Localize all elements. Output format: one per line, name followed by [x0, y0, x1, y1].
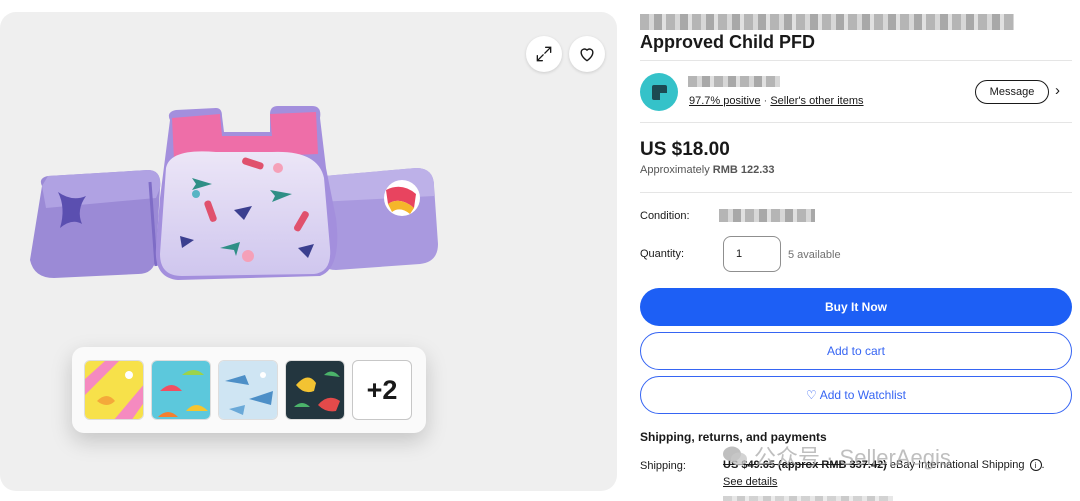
- thumbnail-dinosaur-print[interactable]: [285, 360, 345, 420]
- chevron-right-icon[interactable]: ›: [1055, 82, 1060, 99]
- thumbnail-yellow-print[interactable]: [84, 360, 144, 420]
- thumbnail-strip: +2: [72, 347, 426, 433]
- buy-it-now-button[interactable]: Buy It Now: [640, 288, 1072, 326]
- store-logo-icon: [651, 84, 667, 100]
- info-icon[interactable]: i: [1029, 459, 1042, 472]
- seller-avatar[interactable]: [640, 73, 678, 111]
- approx-price: Approximately RMB 122.33: [640, 164, 775, 176]
- left-arm-float: [30, 170, 161, 278]
- more-images-button[interactable]: +2: [352, 360, 412, 420]
- see-details-link[interactable]: See details: [723, 476, 777, 488]
- add-to-cart-button[interactable]: Add to cart: [640, 332, 1072, 370]
- approx-label: Approximately: [640, 164, 710, 176]
- product-title: Approved Child PFD: [640, 32, 815, 52]
- item-details-panel: Approved Child PFD 97.7% positive · Sell…: [640, 0, 1080, 501]
- divider: [640, 60, 1072, 61]
- divider: [640, 192, 1072, 193]
- quantity-label: Quantity:: [640, 248, 685, 260]
- meta-separator: ·: [760, 95, 771, 107]
- watchlist-label: Add to Watchlist: [819, 388, 907, 402]
- shipping-tail: .: [1041, 459, 1045, 471]
- expand-icon: [536, 46, 552, 62]
- location-redacted-blur: [723, 496, 893, 501]
- heart-outline-icon: [580, 48, 594, 62]
- favorite-button[interactable]: [569, 36, 605, 72]
- condition-redacted-blur: [719, 209, 815, 222]
- seller-meta: 97.7% positive · Seller's other items: [689, 95, 864, 107]
- image-gallery: +2: [0, 12, 617, 491]
- quantity-input[interactable]: 1: [723, 236, 781, 272]
- expand-button[interactable]: [526, 36, 562, 72]
- title-redacted-blur: [640, 14, 1014, 30]
- seller-name-redacted-blur: [688, 76, 780, 87]
- shipping-details: US $49.65 (approx RMB 337.42) eBay Inter…: [723, 459, 1045, 472]
- thumbnail-fruit-print[interactable]: [151, 360, 211, 420]
- add-to-watchlist-button[interactable]: ♡ Add to Watchlist: [640, 376, 1072, 414]
- shipping-method: eBay International Shipping: [886, 459, 1025, 471]
- vest-body: [155, 106, 338, 280]
- seller-other-items-link[interactable]: Seller's other items: [770, 95, 863, 107]
- product-main-image[interactable]: [20, 98, 440, 298]
- thumbnail-shark-print[interactable]: [218, 360, 278, 420]
- condition-label: Condition:: [640, 210, 690, 222]
- available-count: 5 available: [788, 249, 841, 261]
- approx-value: RMB 122.33: [712, 164, 775, 176]
- message-seller-button[interactable]: Message: [975, 80, 1049, 104]
- seller-feedback-link[interactable]: 97.7% positive: [689, 95, 761, 107]
- shipping-heading: Shipping, returns, and payments: [640, 430, 827, 444]
- heart-outline-icon: ♡: [805, 388, 817, 402]
- divider: [640, 122, 1072, 123]
- price: US $18.00: [640, 139, 730, 160]
- shipping-label: Shipping:: [640, 460, 686, 472]
- shipping-amount: US $49.65 (approx RMB 337.42): [723, 459, 887, 471]
